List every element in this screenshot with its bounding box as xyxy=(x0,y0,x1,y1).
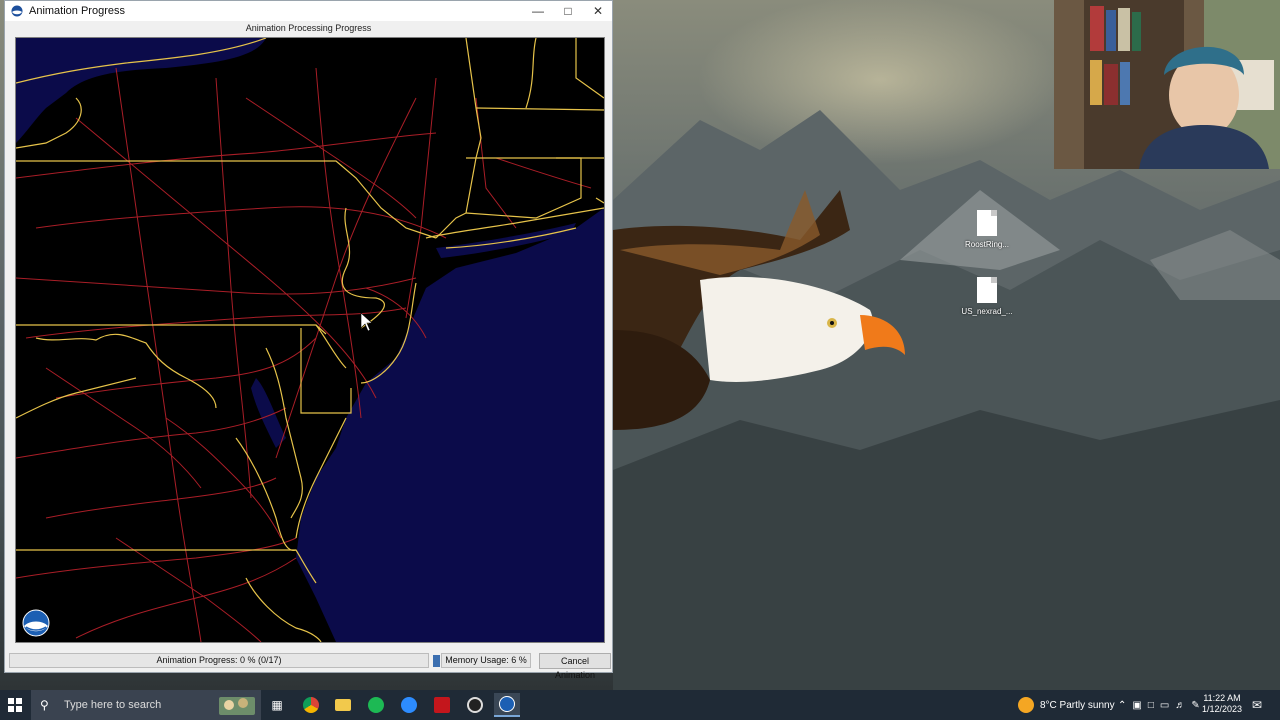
minimize-button[interactable]: — xyxy=(523,1,553,21)
mouse-cursor xyxy=(360,312,373,332)
taskbar-zoom[interactable] xyxy=(396,693,422,717)
maximize-icon: □ xyxy=(564,4,572,18)
radar-map-view xyxy=(15,37,605,643)
notification-icon: ✉ xyxy=(1252,698,1263,712)
taskbar-noaa-app[interactable] xyxy=(494,693,520,717)
document-icon xyxy=(977,277,997,303)
cancel-animation-button[interactable]: Cancel Animation xyxy=(539,653,611,680)
taskbar-clock[interactable]: 11:22 AM 1/12/2023 xyxy=(1193,693,1251,715)
clock-date: 1/12/2023 xyxy=(1201,704,1243,714)
animation-progress-window: Animation Progress — □ ✕ Animation Proce… xyxy=(4,0,613,680)
desktop-file-label: RoostRing... xyxy=(964,240,1010,249)
start-button[interactable] xyxy=(0,690,30,720)
animation-progress-bar: Animation Progress: 0 % (0/17) xyxy=(9,653,429,668)
volume-icon[interactable]: ♬ xyxy=(1175,700,1185,711)
red-app-icon xyxy=(434,697,450,713)
close-button[interactable]: ✕ xyxy=(583,1,613,21)
memory-usage-label: Memory Usage: 6 % xyxy=(441,653,531,668)
task-view-icon: ▦ xyxy=(271,698,283,712)
webcam-overlay xyxy=(1054,0,1280,169)
search-highlight-icon xyxy=(219,697,255,715)
animation-progress-label: Animation Progress: 0 % (0/17) xyxy=(156,655,282,665)
desktop-file-us-nexrad[interactable]: US_nexrad_... xyxy=(957,277,1017,316)
task-view-button[interactable]: ▦ xyxy=(264,693,290,717)
weather-widget[interactable]: 8°C Partly sunny xyxy=(1018,690,1115,720)
taskbar-search-box[interactable]: ⚲ Type here to search xyxy=(31,690,261,720)
clock-time: 11:22 AM xyxy=(1203,693,1241,703)
minimize-icon: — xyxy=(532,4,544,18)
weather-text: 8°C Partly sunny xyxy=(1040,699,1115,711)
memory-usage-indicator xyxy=(433,655,440,667)
status-bar: Animation Progress: 0 % (0/17) Memory Us… xyxy=(9,653,611,680)
spotify-icon xyxy=(368,697,384,713)
zoom-icon xyxy=(401,697,417,713)
notifications-button[interactable]: ✉ xyxy=(1252,690,1262,720)
taskbar: ⚲ Type here to search ▦ 8°C Partly sunny… xyxy=(0,690,1280,720)
system-tray: ⌃ ▣ □ ▭ ♬ ✎ xyxy=(1118,690,1200,720)
noaa-logo-icon xyxy=(11,5,23,17)
taskbar-file-explorer[interactable] xyxy=(330,693,356,717)
noaa-logo xyxy=(22,609,50,637)
taskbar-chrome[interactable] xyxy=(298,693,324,717)
globe-app-icon xyxy=(467,697,483,713)
window-title: Animation Progress xyxy=(29,5,125,17)
close-icon: ✕ xyxy=(592,4,604,18)
battery-icon[interactable]: ▭ xyxy=(1160,700,1169,711)
search-icon: ⚲ xyxy=(40,698,49,712)
document-icon xyxy=(977,210,997,236)
desktop-file-label: US_nexrad_... xyxy=(961,307,1013,316)
folder-icon xyxy=(335,699,351,711)
taskbar-app-globe[interactable] xyxy=(462,693,488,717)
noaa-app-icon xyxy=(499,696,515,712)
map-canvas xyxy=(16,38,604,642)
desktop-file-roostring[interactable]: RoostRing... xyxy=(957,210,1017,249)
chrome-icon xyxy=(303,697,319,713)
taskbar-spotify[interactable] xyxy=(363,693,389,717)
search-placeholder: Type here to search xyxy=(64,699,162,711)
chevron-up-icon[interactable]: ⌃ xyxy=(1118,700,1126,711)
weather-sun-icon xyxy=(1018,697,1034,713)
network-icon[interactable]: □ xyxy=(1148,700,1154,711)
windows-logo-icon xyxy=(8,698,22,712)
processing-header: Animation Processing Progress xyxy=(245,23,372,33)
title-bar[interactable]: Animation Progress — □ ✕ xyxy=(5,1,612,21)
camera-icon[interactable]: ▣ xyxy=(1132,700,1141,711)
maximize-button[interactable]: □ xyxy=(553,1,583,21)
taskbar-app-red[interactable] xyxy=(429,693,455,717)
